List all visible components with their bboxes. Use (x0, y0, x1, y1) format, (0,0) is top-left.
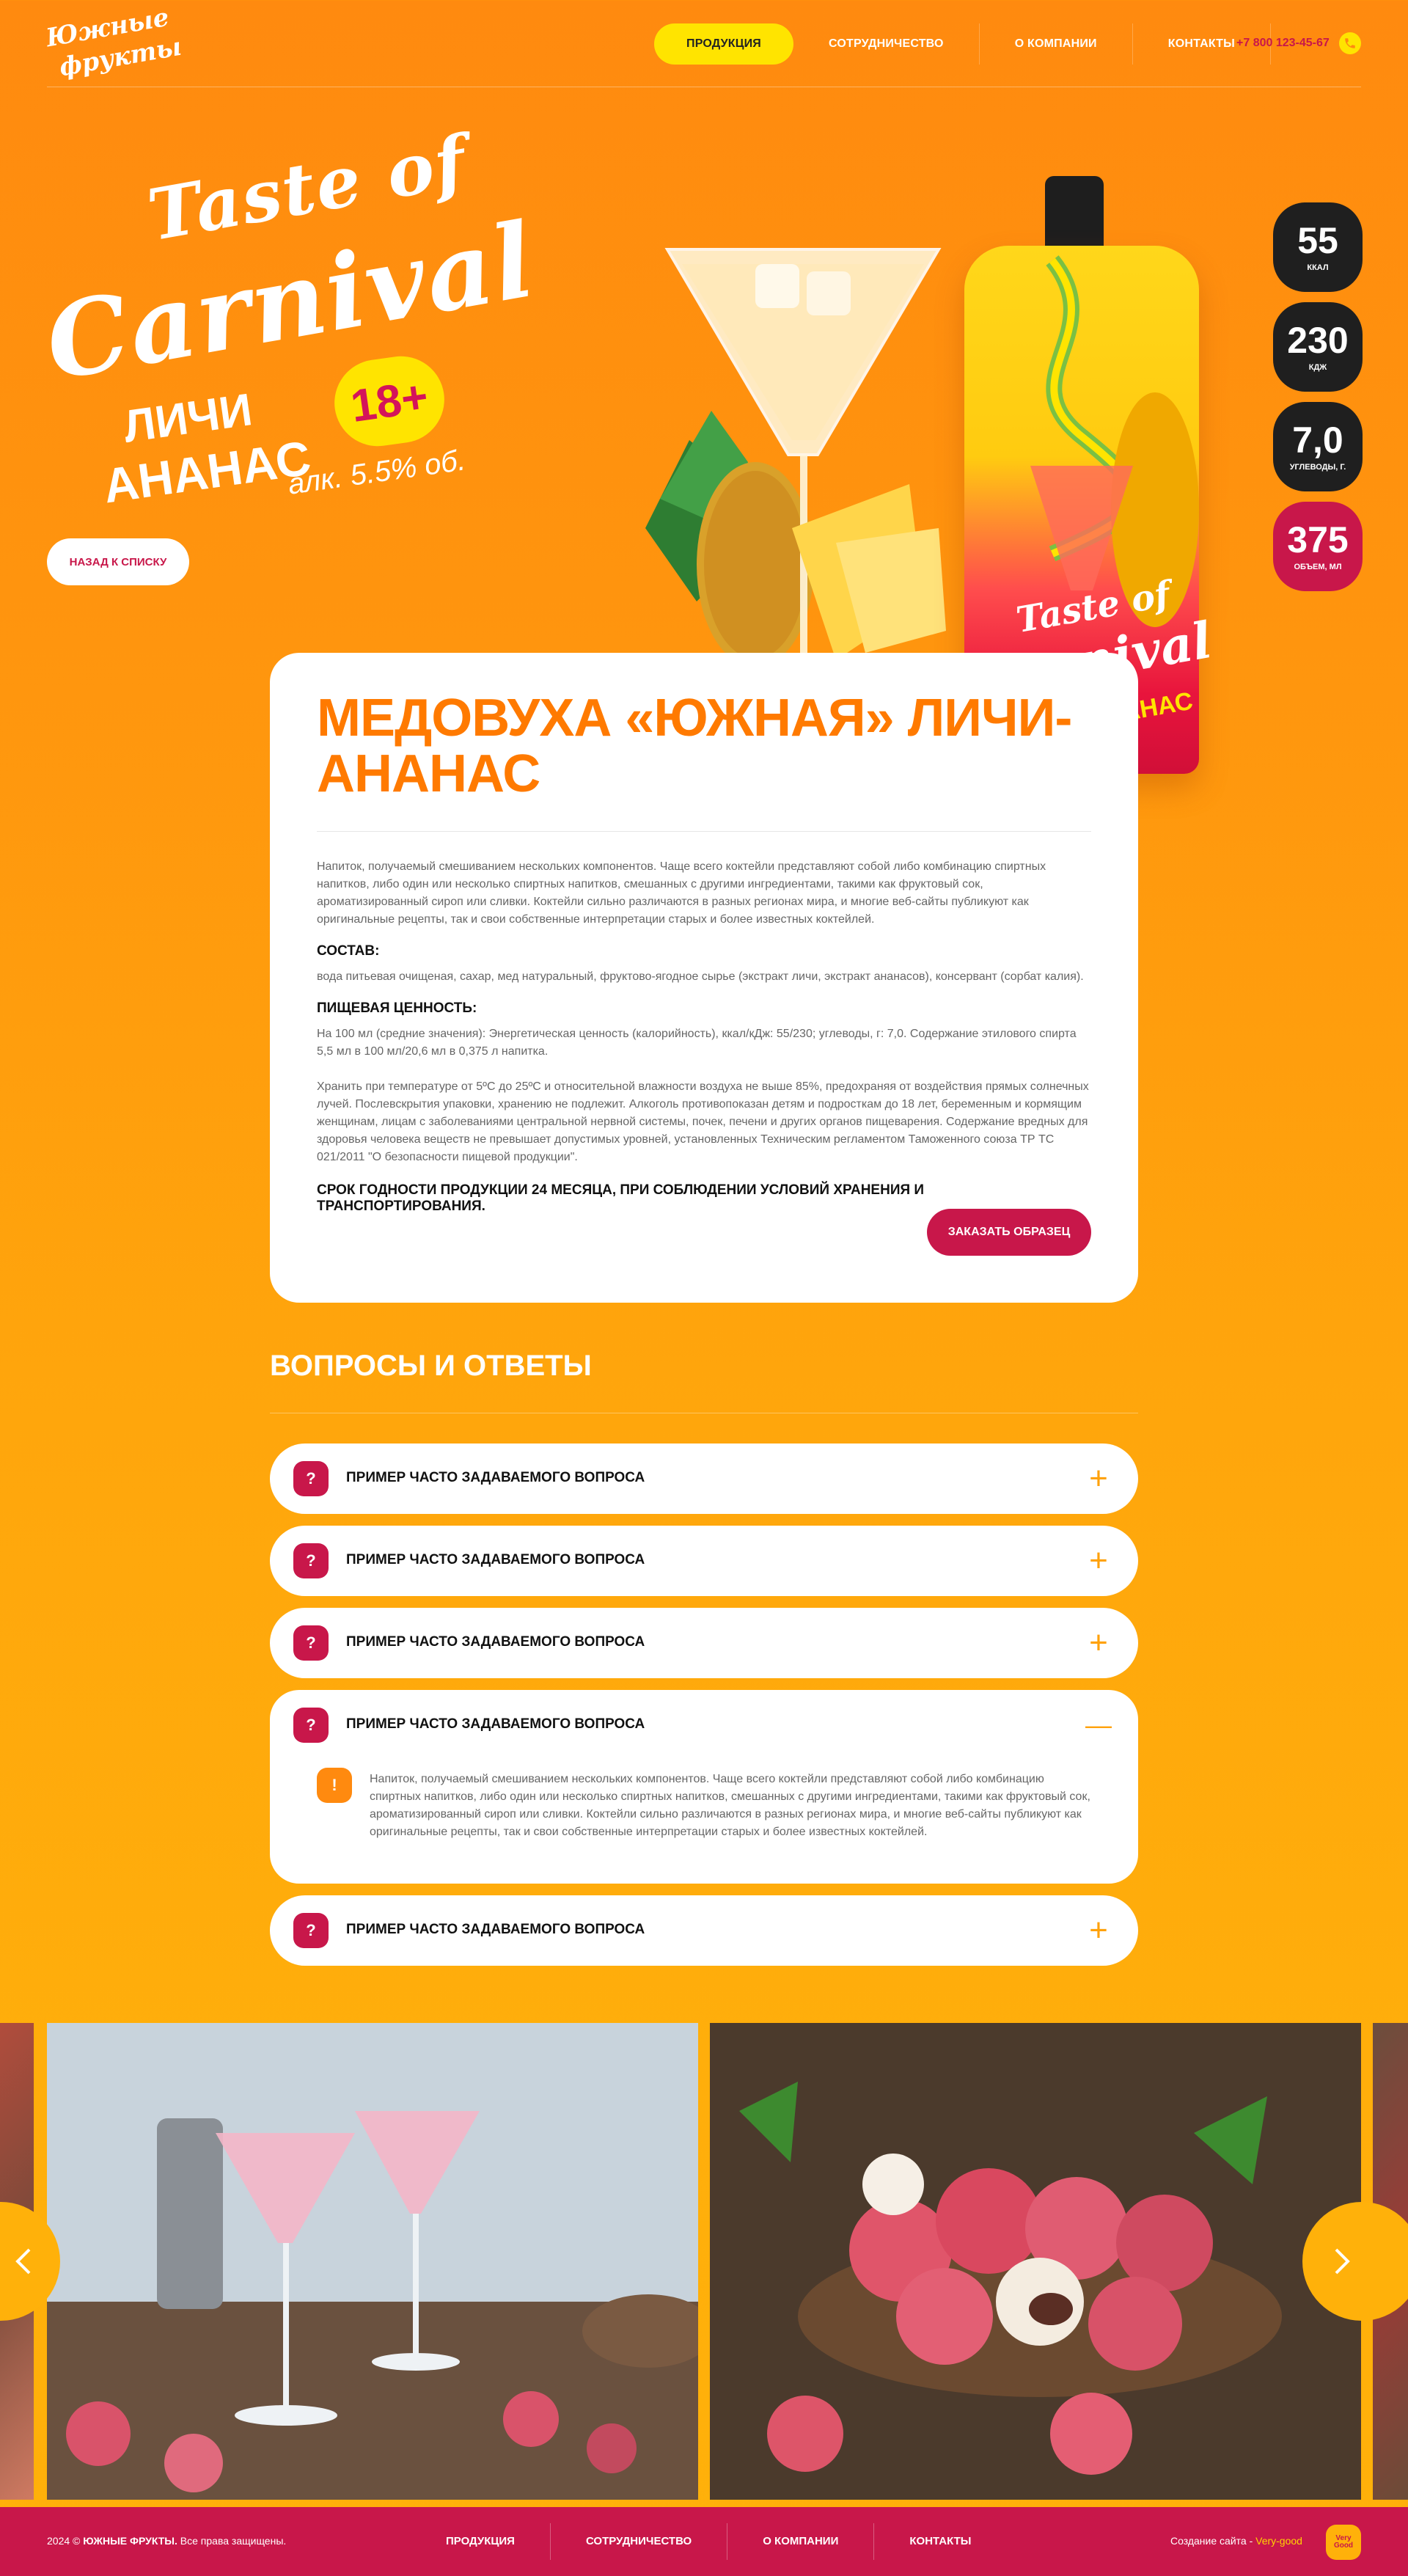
copyright: 2024 © ЮЖНЫЕ ФРУКТЫ. Все права защищены. (47, 2535, 286, 2547)
gallery-slide-lychee[interactable] (710, 2023, 1361, 2500)
nav-about[interactable]: О КОМПАНИИ (980, 23, 1133, 65)
alcohol-content: алк. 5.5% об. (286, 444, 468, 501)
developer-logo[interactable]: Very Good (1326, 2525, 1361, 2560)
order-sample-button[interactable]: ЗАКАЗАТЬ ОБРАЗЕЦ (927, 1209, 1091, 1256)
footer-nav-products[interactable]: ПРОДУКЦИЯ (411, 2523, 551, 2560)
badge-label: ОБЪЕМ, МЛ (1294, 563, 1342, 571)
photo-gallery (0, 2023, 1408, 2507)
faq-question: ПРИМЕР ЧАСТО ЗАДАВАЕМОГО ВОПРОСА (346, 1716, 645, 1732)
storage-text: Хранить при температуре от 5ºС до 25ºС и… (317, 1080, 1089, 1164)
question-icon: ? (293, 1708, 329, 1743)
site-footer: 2024 © ЮЖНЫЕ ФРУКТЫ. Все права защищены.… (0, 2507, 1408, 2576)
badge-label: КДЖ (1308, 363, 1327, 372)
footer-nav-contacts[interactable]: КОНТАКТЫ (874, 2523, 1006, 2560)
footer-nav-about[interactable]: О КОМПАНИИ (727, 2523, 875, 2560)
badge-label: ККАЛ (1307, 263, 1329, 272)
faq-question: ПРИМЕР ЧАСТО ЗАДАВАЕМОГО ВОПРОСА (346, 1634, 645, 1650)
badge-value: 7,0 (1292, 420, 1343, 461)
product-title: МЕДОВУХА «ЮЖНАЯ» ЛИЧИ-АНАНАС (317, 689, 1072, 803)
card-divider (317, 831, 1091, 833)
faq-item[interactable]: ? ПРИМЕР ЧАСТО ЗАДАВАЕМОГО ВОПРОСА + (270, 1895, 1138, 1966)
badge-value: 230 (1287, 320, 1349, 361)
plus-icon[interactable]: + (1082, 1463, 1115, 1495)
faq-title: ВОПРОСЫ И ОТВЕТЫ (270, 1350, 592, 1382)
product-description: Напиток, получаемый смешиванием нескольк… (317, 860, 1046, 926)
plus-icon[interactable]: + (1082, 1627, 1115, 1659)
faq-item-open[interactable]: ? ПРИМЕР ЧАСТО ЗАДАВАЕМОГО ВОПРОСА — ! Н… (270, 1690, 1138, 1884)
question-icon: ? (293, 1461, 329, 1496)
gallery-slide-cocktails[interactable] (47, 2023, 698, 2500)
footer-nav: ПРОДУКЦИЯ СОТРУДНИЧЕСТВО О КОМПАНИИ КОНТ… (411, 2523, 1006, 2560)
developer-name: Very-good (1255, 2535, 1302, 2547)
badge-label: УГЛЕВОДЫ, Г. (1289, 463, 1346, 472)
faq-item[interactable]: ? ПРИМЕР ЧАСТО ЗАДАВАЕМОГО ВОПРОСА + (270, 1608, 1138, 1678)
site-logo[interactable]: Южные фрукты (44, 3, 184, 83)
copyright-suffix: Все права защищены. (177, 2535, 287, 2547)
site-header: Южные фрукты ПРОДУКЦИЯ СОТРУДНИЧЕСТВО О … (0, 0, 1408, 88)
developer-credit[interactable]: Создание сайта - Very-good (1170, 2535, 1302, 2547)
faq-item[interactable]: ? ПРИМЕР ЧАСТО ЗАДАВАЕМОГО ВОПРОСА + (270, 1526, 1138, 1596)
answer-icon: ! (317, 1768, 352, 1803)
nutrition-heading: ПИЩЕВАЯ ЦЕННОСТЬ: (317, 1000, 477, 1017)
plus-icon[interactable]: + (1082, 1914, 1115, 1947)
faq-item[interactable]: ? ПРИМЕР ЧАСТО ЗАДАВАЕМОГО ВОПРОСА + (270, 1443, 1138, 1514)
nav-cooperation[interactable]: СОТРУДНИЧЕСТВО (793, 23, 980, 65)
composition-text: вода питьевая очищеная, сахар, мед натур… (317, 970, 1084, 984)
question-icon: ? (293, 1625, 329, 1661)
minus-icon[interactable]: — (1082, 1709, 1115, 1741)
nutrition-text: На 100 мл (средние значения): Энергетиче… (317, 1028, 1077, 1058)
faq-question: ПРИМЕР ЧАСТО ЗАДАВАЕМОГО ВОПРОСА (346, 1552, 645, 1567)
main-nav: ПРОДУКЦИЯ СОТРУДНИЧЕСТВО О КОМПАНИИ КОНТ… (654, 23, 1272, 65)
copyright-prefix: 2024 © (47, 2535, 84, 2547)
badge-volume: 375 ОБЪЕМ, МЛ (1273, 502, 1363, 591)
back-to-list-button[interactable]: НАЗАД К СПИСКУ (47, 538, 189, 585)
badge-carbs: 7,0 УГЛЕВОДЫ, Г. (1273, 402, 1363, 491)
question-icon: ? (293, 1913, 329, 1948)
composition-heading: СОСТАВ: (317, 943, 380, 959)
age-badge: 18+ (329, 351, 450, 452)
badge-value: 55 (1297, 220, 1338, 261)
plus-icon[interactable]: + (1082, 1545, 1115, 1577)
faq-question: ПРИМЕР ЧАСТО ЗАДАВАЕМОГО ВОПРОСА (346, 1922, 645, 1937)
developer-label: Создание сайта - (1170, 2535, 1256, 2547)
pouch-cap (1045, 176, 1104, 253)
whatsapp-icon[interactable] (1339, 32, 1361, 54)
footer-nav-cooperation[interactable]: СОТРУДНИЧЕСТВО (551, 2523, 728, 2560)
question-icon: ? (293, 1543, 329, 1578)
faq-question: ПРИМЕР ЧАСТО ЗАДАВАЕМОГО ВОПРОСА (346, 1470, 645, 1485)
badge-kj: 230 КДЖ (1273, 302, 1363, 392)
nav-products[interactable]: ПРОДУКЦИЯ (654, 23, 793, 65)
faq-answer: Напиток, получаемый смешиванием нескольк… (370, 1773, 1090, 1838)
badge-value: 375 (1287, 519, 1349, 560)
badge-kcal: 55 ККАЛ (1273, 202, 1363, 292)
copyright-brand: ЮЖНЫЕ ФРУКТЫ. (83, 2535, 177, 2547)
product-info-card: МЕДОВУХА «ЮЖНАЯ» ЛИЧИ-АНАНАС Напиток, по… (270, 653, 1138, 1303)
phone-link[interactable]: +7 800 123-45-67 (1236, 37, 1330, 50)
product-image: Taste of Carnival ЛИЧИ · АНАНАС (557, 88, 1217, 774)
